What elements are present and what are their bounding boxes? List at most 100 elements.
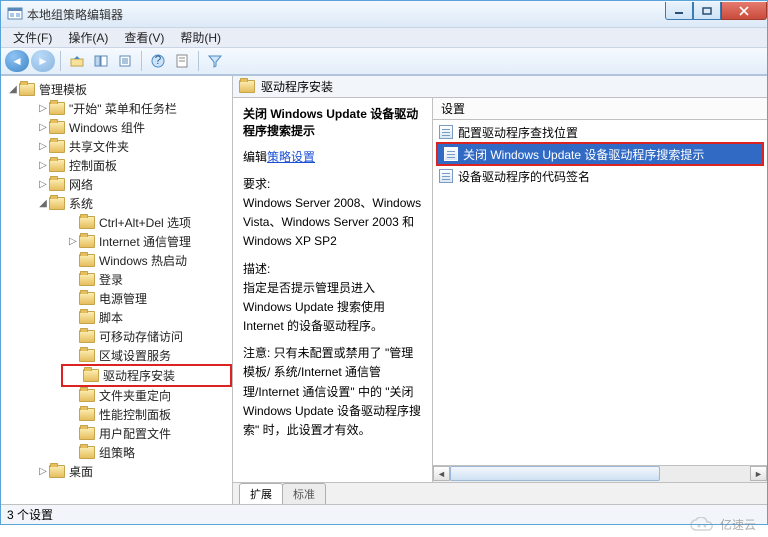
- expand-icon[interactable]: ▷: [37, 122, 49, 133]
- expand-icon[interactable]: ▷: [37, 466, 49, 477]
- tree-label: 网络: [69, 176, 93, 193]
- expand-icon[interactable]: ▷: [37, 141, 49, 152]
- menu-file[interactable]: 文件(F): [5, 27, 60, 48]
- tree-item[interactable]: ▷可移动存储访问: [1, 327, 232, 346]
- tree-label: 脚本: [99, 309, 123, 326]
- right-pane: 驱动程序安装 关闭 Windows Update 设备驱动程序搜索提示 编辑策略…: [233, 76, 767, 504]
- tree-item[interactable]: ▷ 网络: [1, 175, 232, 194]
- tree-label: 组策略: [99, 444, 135, 461]
- tree-item[interactable]: ▷组策略: [1, 443, 232, 462]
- tab-extended[interactable]: 扩展: [239, 483, 283, 504]
- status-bar: 3 个设置: [1, 504, 767, 524]
- scroll-track[interactable]: [450, 466, 750, 482]
- scroll-thumb[interactable]: [450, 466, 660, 481]
- collapse-icon[interactable]: ◢: [7, 84, 19, 95]
- tree-item[interactable]: ▷Internet 通信管理: [1, 232, 232, 251]
- tree-item[interactable]: ▷文件夹重定向: [1, 386, 232, 405]
- menu-action[interactable]: 操作(A): [60, 27, 116, 48]
- tree-item[interactable]: ▷登录: [1, 270, 232, 289]
- horizontal-scrollbar[interactable]: ◄ ►: [433, 465, 767, 482]
- folder-icon: [49, 197, 65, 210]
- split-area: 关闭 Windows Update 设备驱动程序搜索提示 编辑策略设置 要求:W…: [233, 98, 767, 482]
- tree-item[interactable]: ▷ 共享文件夹: [1, 137, 232, 156]
- menu-bar: 文件(F) 操作(A) 查看(V) 帮助(H): [1, 27, 767, 47]
- folder-icon: [49, 178, 65, 191]
- tree-label: Windows 热启动: [99, 252, 187, 269]
- tree-label: 性能控制面板: [99, 406, 171, 423]
- highlight-frame: ▷驱动程序安装: [61, 364, 232, 387]
- desc-body2: 注意: 只有未配置或禁用了 "管理模板/ 系统/Internet 通信管理/In…: [243, 344, 422, 440]
- tree-item[interactable]: ▷ 桌面: [1, 462, 232, 481]
- expand-icon[interactable]: ▷: [37, 179, 49, 190]
- title-bar[interactable]: 本地组策略编辑器: [1, 1, 767, 27]
- tree-item[interactable]: ▷区域设置服务: [1, 346, 232, 365]
- minimize-button[interactable]: [665, 2, 693, 20]
- folder-icon: [79, 273, 95, 286]
- tree-item[interactable]: ▷ "开始" 菜单和任务栏: [1, 99, 232, 118]
- export-list-button[interactable]: [114, 50, 136, 72]
- tree-item[interactable]: ▷性能控制面板: [1, 405, 232, 424]
- watermark: 亿速云: [688, 516, 756, 533]
- properties-button[interactable]: [171, 50, 193, 72]
- tab-standard[interactable]: 标准: [282, 483, 326, 504]
- menu-help[interactable]: 帮助(H): [172, 27, 229, 48]
- tree-item[interactable]: ▷电源管理: [1, 289, 232, 308]
- tree-label: 系统: [69, 195, 93, 212]
- detail-pane: 关闭 Windows Update 设备驱动程序搜索提示 编辑策略设置 要求:W…: [233, 98, 433, 482]
- tree-label: 驱动程序安装: [103, 367, 175, 384]
- folder-icon: [19, 83, 35, 96]
- scroll-right-button[interactable]: ►: [750, 466, 767, 481]
- tree-label: "开始" 菜单和任务栏: [69, 100, 177, 117]
- list-column-header[interactable]: 设置: [433, 98, 767, 120]
- list-item[interactable]: 设备驱动程序的代码签名: [433, 166, 767, 186]
- menu-view[interactable]: 查看(V): [116, 27, 172, 48]
- expand-icon[interactable]: ▷: [37, 160, 49, 171]
- folder-icon: [83, 369, 99, 382]
- help-button[interactable]: ?: [147, 50, 169, 72]
- expand-icon[interactable]: ▷: [37, 103, 49, 114]
- close-button[interactable]: [721, 2, 767, 20]
- tree-label: 共享文件夹: [69, 138, 129, 155]
- folder-icon: [49, 121, 65, 134]
- status-text: 3 个设置: [7, 506, 53, 523]
- scroll-left-button[interactable]: ◄: [433, 466, 450, 481]
- show-hide-tree-button[interactable]: [90, 50, 112, 72]
- highlight-frame: 关闭 Windows Update 设备驱动程序搜索提示: [436, 142, 764, 166]
- folder-icon: [79, 292, 95, 305]
- filter-button[interactable]: [204, 50, 226, 72]
- expand-icon[interactable]: ▷: [67, 236, 79, 247]
- window-title: 本地组策略编辑器: [27, 6, 665, 23]
- tree-item-driver-install[interactable]: ▷驱动程序安装: [65, 366, 228, 385]
- tree-label: 控制面板: [69, 157, 117, 174]
- tree-label: 登录: [99, 271, 123, 288]
- nav-forward-button[interactable]: ►: [31, 50, 55, 72]
- tree-item[interactable]: ▷脚本: [1, 308, 232, 327]
- collapse-icon[interactable]: ◢: [37, 198, 49, 209]
- up-level-button[interactable]: [66, 50, 88, 72]
- tree-root[interactable]: ◢ 管理模板: [1, 80, 232, 99]
- desc-body1: 指定是否提示管理员进入 Windows Update 搜索使用 Internet…: [243, 281, 385, 333]
- tree-item[interactable]: ▷用户配置文件: [1, 424, 232, 443]
- col-header-label: 设置: [441, 100, 465, 117]
- app-window: 本地组策略编辑器 文件(F) 操作(A) 查看(V) 帮助(H) ◄ ► ? ◢: [0, 0, 768, 525]
- tree-item-system[interactable]: ◢ 系统: [1, 194, 232, 213]
- list-body[interactable]: 配置驱动程序查找位置 关闭 Windows Update 设备驱动程序搜索提示 …: [433, 120, 767, 465]
- edit-policy-link[interactable]: 策略设置: [267, 150, 315, 164]
- list-item-selected[interactable]: 关闭 Windows Update 设备驱动程序搜索提示: [438, 144, 762, 164]
- tree-item[interactable]: ▷ 控制面板: [1, 156, 232, 175]
- folder-icon: [79, 235, 95, 248]
- maximize-button[interactable]: [693, 2, 721, 20]
- folder-icon: [79, 427, 95, 440]
- tree-item[interactable]: ▷Windows 热启动: [1, 251, 232, 270]
- list-item-label: 关闭 Windows Update 设备驱动程序搜索提示: [463, 146, 704, 163]
- tree-pane[interactable]: ◢ 管理模板 ▷"开始" 菜单和任务栏▷Windows 组件▷共享文件夹▷控制面…: [1, 76, 233, 504]
- list-item[interactable]: 配置驱动程序查找位置: [433, 122, 767, 142]
- tree-item[interactable]: ▷Ctrl+Alt+Del 选项: [1, 213, 232, 232]
- nav-back-button[interactable]: ◄: [5, 50, 29, 72]
- tree-item[interactable]: ▷Windows 组件: [1, 118, 232, 137]
- cloud-icon: [688, 517, 716, 533]
- edit-label: 编辑: [243, 150, 267, 164]
- svg-text:?: ?: [155, 53, 162, 67]
- toolbar-separator: [198, 51, 199, 71]
- desc-label: 描述:: [243, 262, 270, 276]
